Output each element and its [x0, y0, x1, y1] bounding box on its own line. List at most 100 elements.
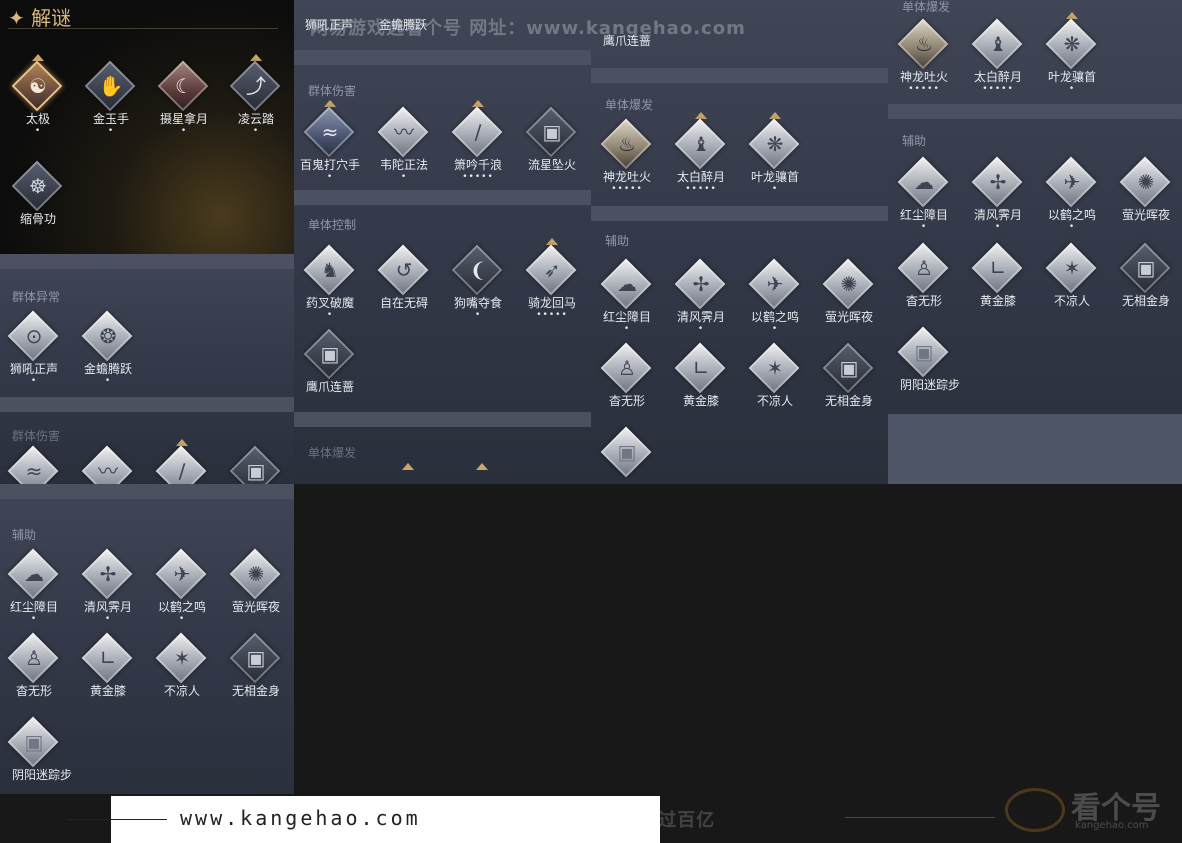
- cloud-icon: ☁: [617, 272, 637, 296]
- footer-url[interactable]: www.kangehao.com: [180, 806, 421, 830]
- skill-buliangren[interactable]: ✶ 不凉人: [1038, 236, 1106, 326]
- skill-qilonghuima[interactable]: ➶ 骑龙回马 •••••: [518, 238, 586, 328]
- skill-yelongxiangshou[interactable]: ❋ 叶龙骧首 •: [741, 112, 809, 202]
- knee-icon: ∟: [692, 356, 710, 380]
- skill-baiguidaxueshou[interactable]: ≈ 百鬼打穴手 •: [296, 100, 364, 190]
- burst-icon: ✶: [173, 646, 191, 670]
- skill-yelongxiangshou[interactable]: ❋ 叶龙骧首 •: [1038, 12, 1106, 102]
- wind-icon: ✢: [989, 170, 1007, 194]
- skill-yaochapomo[interactable]: ♞ 药叉破魔 •: [296, 238, 364, 328]
- skill-yihezhiming[interactable]: ✈ 以鹤之鸣 •: [1038, 150, 1106, 240]
- skill-yingguanghuiye[interactable]: ✺ 萤光晖夜: [1112, 150, 1180, 240]
- skill-icon[interactable]: ▣: [593, 420, 661, 484]
- skill-shihouzhengsheng[interactable]: ⊙ 狮吼正声 •: [0, 304, 68, 394]
- skill-hongchenzhangmu[interactable]: ☁ 红尘障目 •: [890, 150, 958, 240]
- roar-icon: ⊙: [25, 324, 43, 348]
- skill-yingguanghuiye[interactable]: ✺ 萤光晖夜: [815, 252, 883, 342]
- skill-zizaiwuai[interactable]: ↺ 自在无碍: [370, 238, 438, 328]
- skill-xiaoyinqianlang[interactable]: ∕ 箫吟千浪 •••••: [444, 100, 512, 190]
- cloud-icon: ☁: [24, 562, 44, 586]
- skill-yaowuxing[interactable]: ♙ 杳无形: [593, 336, 661, 426]
- skill-hongchenzhangmu[interactable]: ☁ 红尘障目 •: [0, 542, 68, 632]
- skill-label: 鹰爪连蔷: [305, 380, 354, 394]
- skill-icon[interactable]: ≈ •••••: [0, 439, 68, 484]
- skill-huangjinxi[interactable]: ∟ 黄金膝: [964, 236, 1032, 326]
- skill-jinchantengyue[interactable]: ❂ 金蟾腾跃 •: [74, 304, 142, 394]
- foot-icon: ⤴: [246, 74, 266, 98]
- skill-label: 金蟾腾跃: [83, 362, 132, 376]
- shadow-icon: ♙: [915, 256, 933, 280]
- skill-yingzhaolianqiang[interactable]: ▣ 鹰爪连蔷: [296, 322, 364, 412]
- step-icon: ▣: [914, 340, 934, 364]
- section-title: 群体异常: [12, 290, 61, 304]
- skill-shenlongtuhuo[interactable]: ♨ 神龙吐火 •••••: [890, 12, 958, 102]
- drunk-icon: ♝: [692, 132, 710, 156]
- skill-icon[interactable]: 〰 •••••: [74, 439, 142, 484]
- skill-yihezhiming[interactable]: ✈ 以鹤之鸣 •: [148, 542, 216, 632]
- skill-jinyushou[interactable]: ✋ 金玉手 •: [77, 54, 145, 144]
- skill-icon[interactable]: ∕ •: [148, 439, 216, 484]
- shield-icon: ▣: [246, 646, 266, 670]
- skill-shexingnayue[interactable]: ☾ 摄星拿月 •: [150, 54, 218, 144]
- skill-qingfengjiyue[interactable]: ✢ 清风霁月 •: [964, 150, 1032, 240]
- shadow-icon: ♙: [25, 646, 43, 670]
- skill-huangjinxi[interactable]: ∟ 黄金膝: [667, 336, 735, 426]
- fire-dragon-icon: ♨: [915, 32, 933, 56]
- skill-yingguanghuiye[interactable]: ✺ 萤光晖夜: [222, 542, 290, 632]
- skill-buliangren[interactable]: ✶ 不凉人: [741, 336, 809, 426]
- skill-buliangren[interactable]: ✶ 不凉人: [148, 626, 216, 716]
- section-title: 辅助: [12, 528, 37, 542]
- skill-label: 萤光晖夜: [824, 310, 873, 324]
- panel-support: 辅助 ☁ 红尘障目 • ✢ 清风霁月 • ✈ 以鹤之鸣 • ✺ 萤光晖夜 ♙ 杳…: [0, 484, 294, 794]
- skill-taibaizuiyue[interactable]: ♝ 太白醉月 •••••: [667, 112, 735, 202]
- skill-yinyangmizongbu[interactable]: ▣ 阴阳迷踪步: [890, 320, 960, 410]
- skill-suogugong[interactable]: ☸ 缩骨功: [4, 154, 72, 244]
- knee-icon: ∟: [989, 256, 1007, 280]
- site-logo: 看个号 kangehao.com: [1005, 783, 1175, 833]
- skill-qingfengjiyue[interactable]: ✢ 清风霁月 •: [74, 542, 142, 632]
- skill-weituozhengfa[interactable]: 〰 韦陀正法 •: [370, 100, 438, 190]
- panel-group-status: 群体异常 ⊙ 狮吼正声 • ❂ 金蟾腾跃 • 群体伤害 ≈ ••••• 〰 ••…: [0, 254, 294, 484]
- skill-yihezhiming[interactable]: ✈ 以鹤之鸣 •: [741, 252, 809, 342]
- skill-gouzuiduoshi[interactable]: ❨ 狗嘴夺食 •: [444, 238, 512, 328]
- shadow-icon: ♙: [618, 356, 636, 380]
- skill-qingfengjiyue[interactable]: ✢ 清风霁月 •: [667, 252, 735, 342]
- skill-yaowuxing[interactable]: ♙ 杳无形: [0, 626, 68, 716]
- skill-liuxingzhuihuo[interactable]: ▣ 流星坠火: [518, 100, 586, 190]
- skill-label: 骑龙回马: [527, 296, 576, 310]
- skill-hongchenzhangmu[interactable]: ☁ 红尘障目 •: [593, 252, 661, 342]
- skill-huangjinxi[interactable]: ∟ 黄金膝: [74, 626, 142, 716]
- dragon-icon: 〰: [394, 120, 414, 144]
- horse-icon: ➶: [543, 258, 561, 282]
- skill-yaowuxing[interactable]: ♙ 杳无形: [890, 236, 958, 326]
- moon-icon: ☾: [175, 74, 193, 98]
- logo-subtext: kangehao.com: [1075, 820, 1149, 831]
- skill-taiji[interactable]: ☯ 太极 •: [4, 54, 72, 144]
- skill-label: 叶龙骧首: [750, 170, 799, 184]
- skill-wuxiangjinshen[interactable]: ▣ 无相金身: [222, 626, 290, 716]
- firefly-icon: ✺: [840, 272, 858, 296]
- skill-lingyunta[interactable]: ⤴ 凌云踏 •: [222, 54, 290, 144]
- skill-taibaizuiyue[interactable]: ♝ 太白醉月 •••••: [964, 12, 1032, 102]
- skill-wuxiangjinshen[interactable]: ▣ 无相金身: [1112, 236, 1180, 326]
- skill-label: 无相金身: [824, 394, 873, 408]
- wind-icon: ✢: [692, 272, 710, 296]
- fire-dragon-icon: ♨: [618, 132, 636, 156]
- skill-shenlongtuhuo[interactable]: ♨ 神龙吐火 •••••: [593, 112, 661, 202]
- crane-icon: ✈: [1063, 170, 1081, 194]
- skill-icon[interactable]: ▣: [222, 439, 290, 484]
- shield-icon: ▣: [839, 356, 859, 380]
- firefly-icon: ✺: [247, 562, 265, 586]
- skill-wuxiangjinshen[interactable]: ▣ 无相金身: [815, 336, 883, 426]
- blade-icon: ∕: [474, 120, 482, 144]
- meteor-icon: ▣: [246, 459, 266, 483]
- skill-yinyangmizongbu[interactable]: ▣ 阴阳迷踪步: [0, 710, 72, 794]
- knee-icon: ∟: [99, 646, 117, 670]
- panel-puzzle: ✦ 解谜 ☯ 太极 • ✋ 金玉手 • ☾ 摄星拿月 • ⤴ 凌云踏 • ☸ 缩…: [0, 0, 294, 254]
- section-title: 辅助: [902, 134, 927, 148]
- hook-icon: ↺: [395, 258, 413, 282]
- skill-label: 萤光晖夜: [1121, 208, 1170, 222]
- wave-icon: ≈: [25, 459, 43, 483]
- drunk-icon: ♝: [989, 32, 1007, 56]
- firefly-icon: ✺: [1137, 170, 1155, 194]
